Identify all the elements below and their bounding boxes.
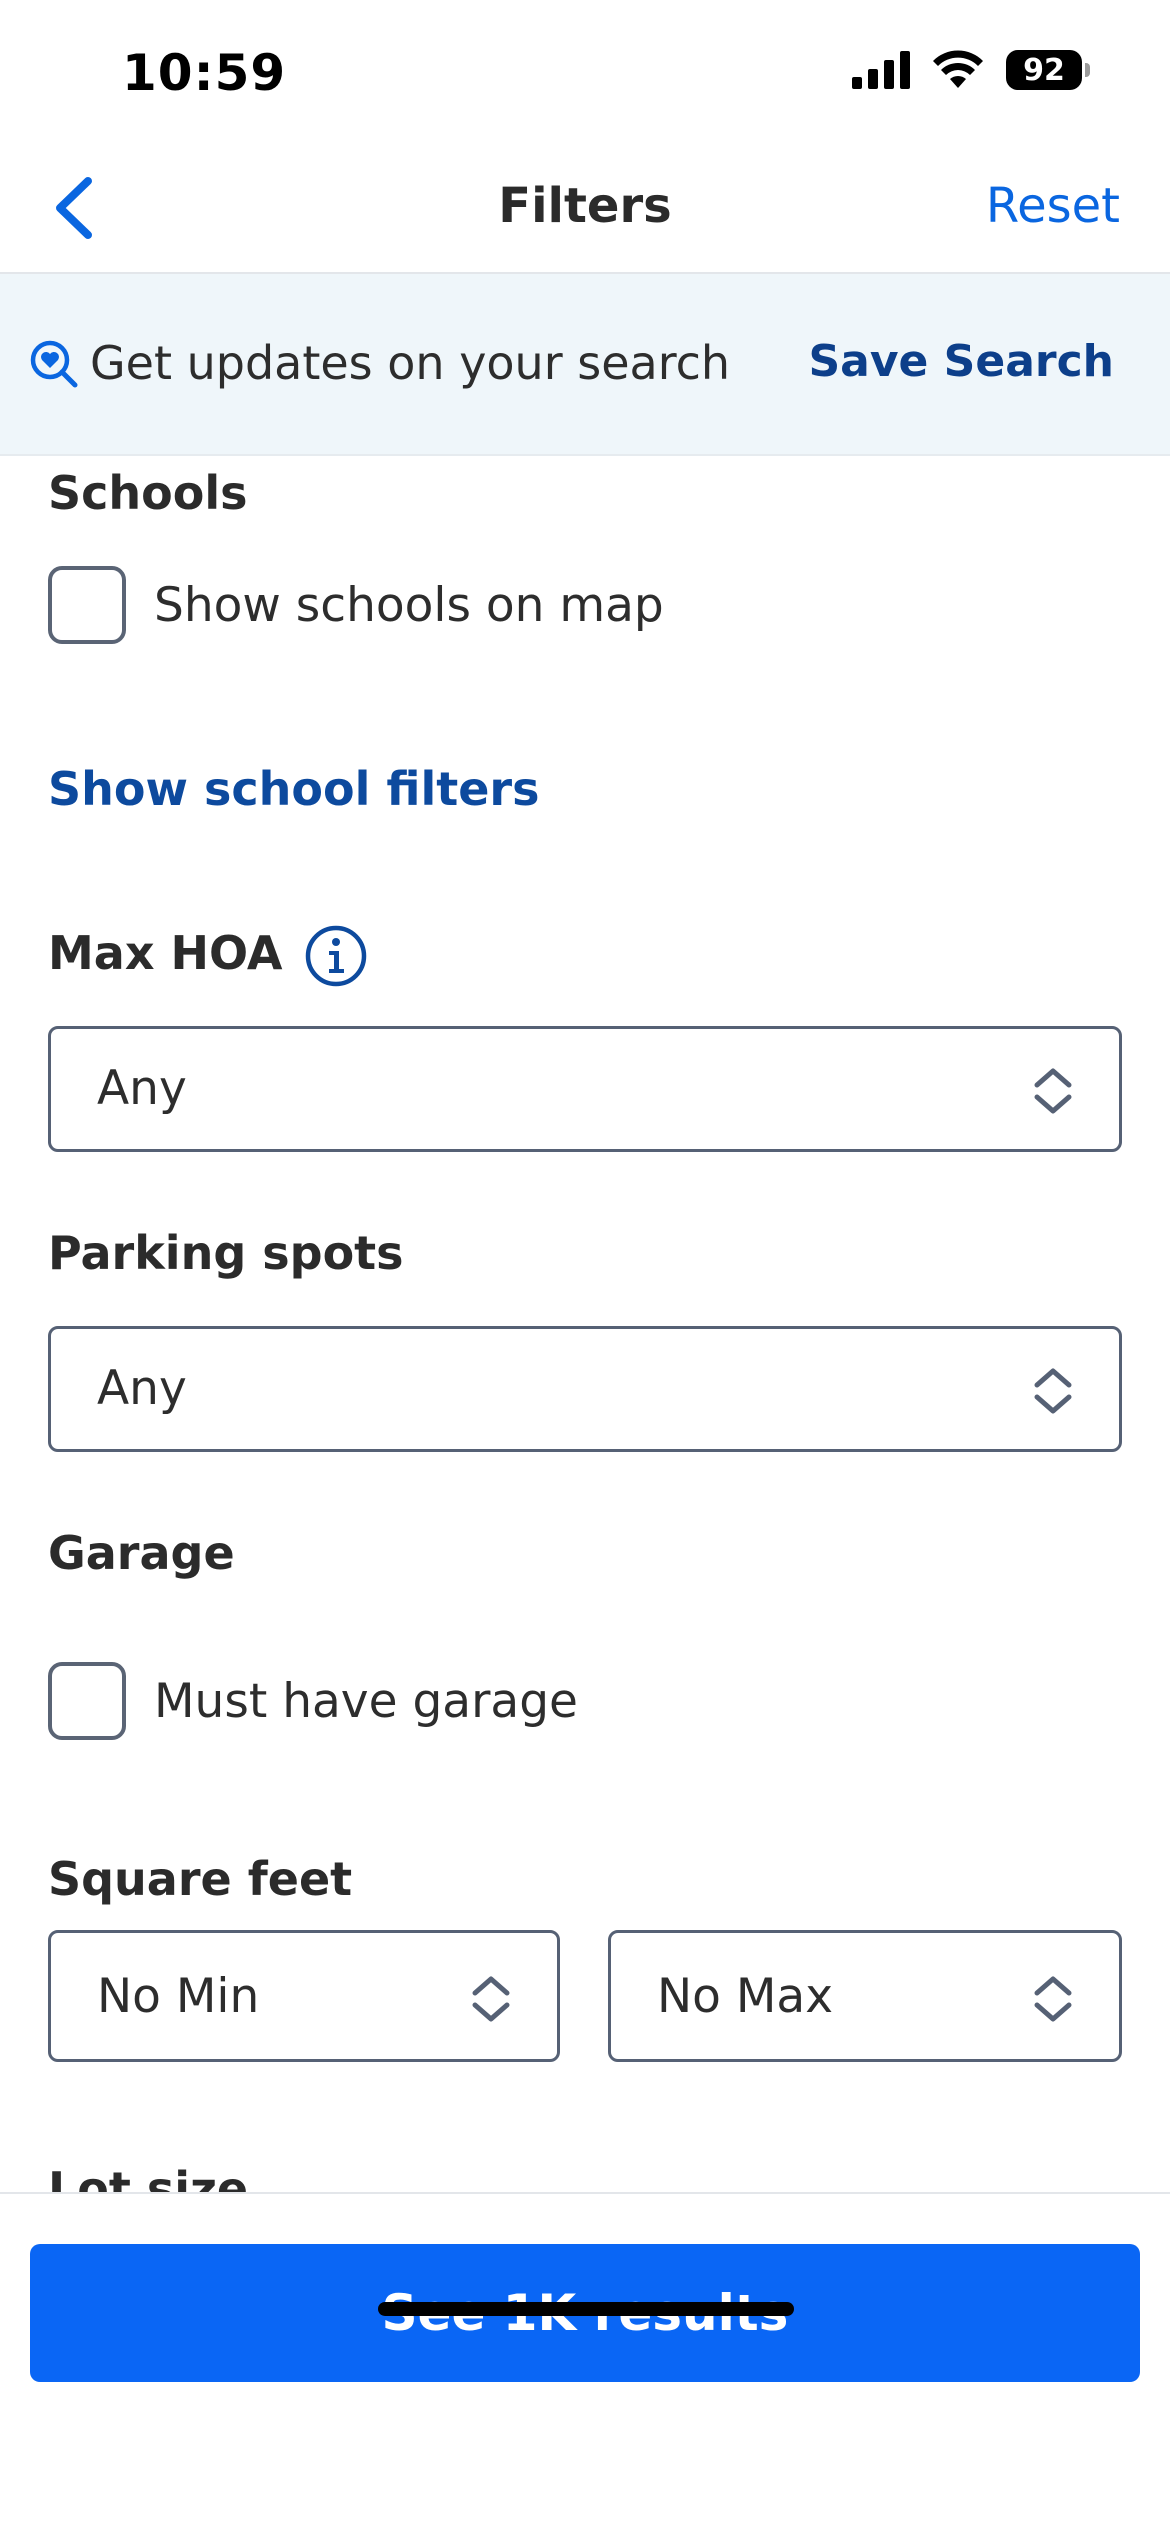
parking-heading: Parking spots bbox=[48, 1226, 404, 1280]
save-search-banner: Get updates on your search Save Search bbox=[0, 274, 1170, 456]
square-feet-min-select[interactable]: No Min bbox=[48, 1930, 560, 2062]
garage-heading: Garage bbox=[48, 1526, 235, 1580]
square-feet-heading: Square feet bbox=[48, 1852, 353, 1906]
parking-select[interactable]: Any bbox=[48, 1326, 1122, 1452]
lot-size-heading: Lot size bbox=[48, 2162, 249, 2192]
max-hoa-select[interactable]: Any bbox=[48, 1026, 1122, 1152]
show-schools-checkbox[interactable] bbox=[48, 566, 126, 644]
chevron-up-down-icon bbox=[1034, 1976, 1072, 2022]
status-icons: 92 bbox=[852, 50, 1090, 90]
home-indicator bbox=[378, 2302, 794, 2316]
show-schools-label: Show schools on map bbox=[154, 577, 664, 633]
reset-button[interactable]: Reset bbox=[986, 178, 1120, 234]
status-time: 10:59 bbox=[122, 44, 287, 102]
chevron-up-down-icon bbox=[1034, 1368, 1072, 1414]
square-feet-min-value: No Min bbox=[97, 1969, 260, 2024]
bottom-action-bar: See 1K results bbox=[0, 2192, 1170, 2532]
nav-header: Filters Reset bbox=[0, 150, 1170, 274]
filters-screen: 10:59 92 Filters Reset Get updates on yo… bbox=[0, 0, 1170, 2532]
square-feet-max-select[interactable]: No Max bbox=[608, 1930, 1122, 2062]
signal-icon bbox=[852, 51, 910, 89]
status-bar: 10:59 92 bbox=[0, 0, 1170, 150]
show-school-filters-link[interactable]: Show school filters bbox=[48, 762, 540, 816]
must-have-garage-checkbox-row[interactable]: Must have garage bbox=[48, 1662, 578, 1740]
max-hoa-heading: Max HOA bbox=[48, 926, 283, 980]
must-have-garage-label: Must have garage bbox=[154, 1673, 578, 1729]
battery-level: 92 bbox=[1006, 50, 1082, 90]
save-banner-text: Get updates on your search bbox=[90, 336, 731, 390]
save-search-button[interactable]: Save Search bbox=[808, 336, 1114, 387]
wifi-icon bbox=[933, 50, 983, 88]
must-have-garage-checkbox[interactable] bbox=[48, 1662, 126, 1740]
max-hoa-value: Any bbox=[97, 1061, 187, 1116]
chevron-up-down-icon bbox=[1034, 1068, 1072, 1114]
chevron-up-down-icon bbox=[472, 1976, 510, 2022]
schools-heading: Schools bbox=[48, 466, 248, 520]
parking-value: Any bbox=[97, 1361, 187, 1416]
square-feet-max-value: No Max bbox=[657, 1969, 834, 2024]
show-schools-checkbox-row[interactable]: Show schools on map bbox=[48, 566, 664, 644]
search-heart-icon bbox=[30, 340, 78, 388]
info-icon[interactable] bbox=[304, 924, 368, 988]
battery-icon: 92 bbox=[1006, 50, 1090, 90]
filters-content: Schools Show schools on map Show school … bbox=[0, 456, 1170, 2192]
